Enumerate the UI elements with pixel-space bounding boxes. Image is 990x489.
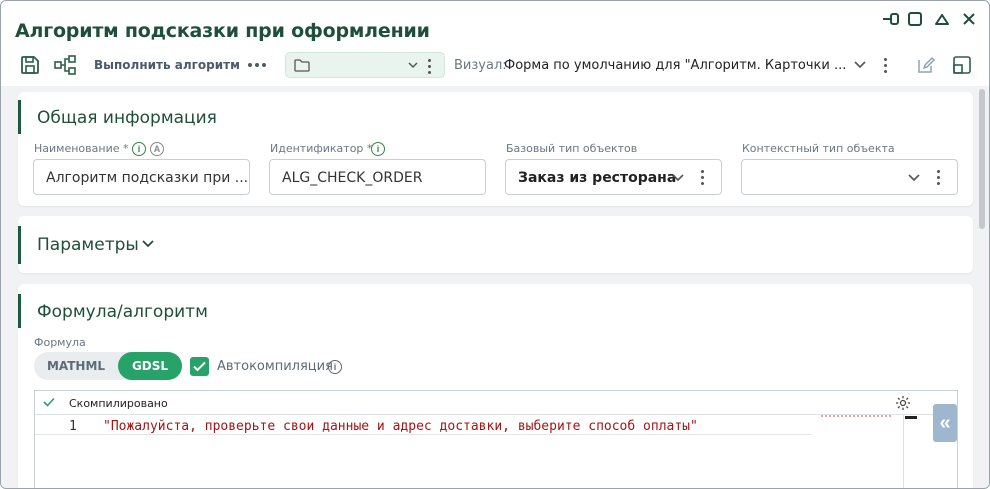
formula-section-title: Формула/алгоритм xyxy=(37,302,208,322)
parameters-card[interactable]: Параметры xyxy=(18,216,973,273)
line-number: 1 xyxy=(69,419,77,434)
maximize-icon[interactable] xyxy=(905,9,925,29)
content-scrollbar[interactable] xyxy=(979,89,985,229)
close-icon[interactable] xyxy=(959,9,979,29)
autocompile-checkbox[interactable] xyxy=(190,357,209,376)
more-horizontal-icon[interactable] xyxy=(245,53,269,77)
chevron-down-icon[interactable] xyxy=(854,61,866,69)
base-type-value: Заказ из ресторана xyxy=(518,170,677,186)
tab-mathml[interactable]: MATHML xyxy=(34,352,118,380)
name-label: Наименование * xyxy=(34,142,129,155)
gear-icon[interactable] xyxy=(895,395,911,411)
context-type-select[interactable] xyxy=(741,159,958,195)
double-chevron-left-icon: « xyxy=(939,411,951,434)
chevron-down-icon[interactable] xyxy=(408,62,418,69)
base-type-menu-icon[interactable] xyxy=(700,170,704,185)
title-bar: Алгоритм подсказки при оформлении xyxy=(1,1,989,45)
info-icon[interactable]: i xyxy=(328,360,342,374)
collapse-icon[interactable] xyxy=(932,9,952,29)
toolbar: Выполнить алгоритм Визуал: Форма по умол… xyxy=(1,49,989,83)
id-label: Идентификатор * xyxy=(270,142,373,155)
tab-gdsl[interactable]: GDSL xyxy=(118,352,182,380)
name-field[interactable]: Алгоритм подсказки при ... xyxy=(33,159,250,195)
editor-scroll-thumb[interactable] xyxy=(905,416,917,419)
chevron-down-icon[interactable] xyxy=(908,174,920,182)
context-type-menu-icon[interactable] xyxy=(936,170,940,185)
compile-status: Скомпилировано xyxy=(69,397,168,410)
formula-mode-toggle: MATHML GDSL xyxy=(34,352,182,380)
folder-icon xyxy=(294,59,310,72)
translate-icon[interactable]: A xyxy=(150,142,164,156)
context-type-label: Контекстный тип объекта xyxy=(742,142,895,155)
id-value: ALG_CHECK_ORDER xyxy=(282,170,423,186)
visual-select[interactable]: Форма по умолчанию для "Алгоритм. Карточ… xyxy=(504,58,846,73)
base-type-select[interactable]: Заказ из ресторана xyxy=(505,159,722,195)
info-icon[interactable]: i xyxy=(132,142,146,156)
autocompile-label: Автокомпиляция xyxy=(217,359,333,374)
code-editor[interactable]: Скомпилировано 1 "Пожалуйста, проверьте … xyxy=(34,390,958,488)
structure-icon[interactable] xyxy=(53,53,77,77)
folder-select[interactable] xyxy=(285,52,445,78)
section-title: Общая информация xyxy=(37,108,217,128)
formula-label: Формула xyxy=(34,336,86,349)
edit-icon[interactable] xyxy=(914,53,938,77)
chevron-down-icon[interactable] xyxy=(142,240,154,248)
dialog-window: Алгоритм подсказки при оформлении Выполн… xyxy=(0,0,990,489)
window-title: Алгоритм подсказки при оформлении xyxy=(15,20,430,42)
content-area: Общая информация Наименование * i A Алго… xyxy=(1,86,989,488)
panel-icon[interactable] xyxy=(950,53,974,77)
pin-icon[interactable] xyxy=(881,9,901,29)
base-type-label: Базовый тип объектов xyxy=(506,142,638,155)
name-value: Алгоритм подсказки при ... xyxy=(46,170,249,186)
code-line[interactable]: 1 "Пожалуйста, проверьте свои данные и а… xyxy=(35,417,811,435)
run-algorithm-button[interactable]: Выполнить алгоритм xyxy=(94,58,240,72)
folder-menu-icon[interactable] xyxy=(427,59,431,74)
expand-panel-button[interactable]: « xyxy=(933,404,957,442)
parameters-title[interactable]: Параметры xyxy=(37,235,139,255)
general-info-card: Общая информация Наименование * i A Алго… xyxy=(18,92,973,206)
code-text[interactable]: "Пожалуйста, проверьте свои данные и адр… xyxy=(103,419,698,434)
chevron-down-icon[interactable] xyxy=(672,174,684,182)
minimap-marker xyxy=(821,415,891,418)
check-icon xyxy=(193,361,206,372)
check-icon xyxy=(43,397,55,407)
visual-label: Визуал: xyxy=(454,58,507,73)
id-field[interactable]: ALG_CHECK_ORDER xyxy=(269,159,486,195)
save-icon[interactable] xyxy=(18,53,42,77)
visual-menu-icon[interactable] xyxy=(883,58,887,73)
editor-divider xyxy=(903,415,904,488)
info-icon[interactable]: i xyxy=(371,142,385,156)
compile-status-bar: Скомпилировано xyxy=(35,391,957,415)
